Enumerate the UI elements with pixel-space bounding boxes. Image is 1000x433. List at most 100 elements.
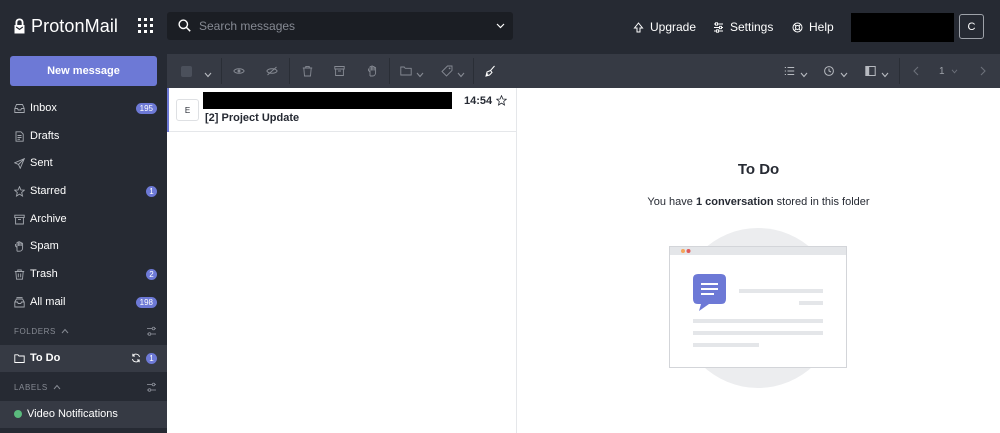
trash-icon [14, 269, 25, 280]
upgrade-label: Upgrade [650, 20, 697, 34]
refresh-icon[interactable] [131, 353, 141, 363]
desc-suffix: stored in this folder [773, 196, 870, 208]
mark-read-eye-icon[interactable] [233, 64, 245, 78]
upgrade-button[interactable]: Upgrade [633, 19, 696, 35]
message-time: 14:54 [464, 95, 493, 107]
checkbox [181, 65, 192, 77]
labels-heading-label: LABELS [14, 382, 48, 392]
select-all-checkbox[interactable] [181, 64, 192, 78]
mark-unread-eye-slash-icon[interactable] [266, 64, 278, 78]
settings-sliders-icon [714, 21, 723, 33]
sidebar-item-label-video-notifications[interactable]: Video Notifications [0, 401, 167, 428]
folder-icon [14, 354, 25, 363]
toolbar-divider [899, 58, 900, 84]
sidebar-item-sent[interactable]: Sent [0, 150, 167, 177]
list-item[interactable]: E 14:54 [2] Project Update [167, 88, 516, 132]
chevron-down-icon [951, 69, 957, 73]
folder-title: To Do [737, 161, 780, 178]
chevron-left-icon[interactable] [912, 64, 920, 78]
sidebar-item-inbox[interactable]: Inbox 195 [0, 95, 167, 122]
layout-columns-icon[interactable] [865, 64, 876, 78]
all-mail-count-badge: 198 [135, 297, 157, 308]
help-label: Help [809, 20, 834, 34]
chevron-down-icon[interactable] [881, 68, 889, 82]
sort-clock-icon[interactable] [823, 64, 835, 78]
upgrade-icon [633, 21, 644, 32]
message-subject: [2] Project Update [205, 112, 300, 124]
folder-count-badge: 1 [146, 353, 157, 364]
sidebar-item-folder-todo[interactable]: To Do 1 [0, 345, 167, 372]
sidebar-item-drafts[interactable]: Drafts [0, 123, 167, 150]
brand-name: ProtonMail [31, 15, 119, 36]
empty-folder-broom-icon[interactable] [485, 64, 497, 78]
folders-settings-sliders-icon[interactable] [146, 326, 157, 337]
page-number: 1 [939, 65, 945, 77]
archive-icon [14, 214, 25, 225]
inbox-icon [14, 104, 25, 113]
chevron-down-icon[interactable] [416, 68, 424, 82]
label-color-dot [14, 410, 22, 418]
unread-count-badge: 195 [135, 103, 157, 114]
new-message-button[interactable]: New message [10, 56, 157, 86]
sidebar-item-label: Starred [30, 185, 67, 197]
star-icon[interactable] [496, 95, 507, 106]
move-to-folder-icon[interactable] [400, 64, 412, 78]
folder-description: You have 1 conversation stored in this f… [517, 196, 1000, 208]
settings-button[interactable]: Settings [713, 19, 773, 35]
conversation-count: 1 conversation [695, 196, 774, 208]
labels-settings-sliders-icon[interactable] [146, 382, 157, 393]
chevron-down-icon[interactable] [840, 68, 848, 82]
settings-label: Settings [730, 20, 774, 34]
toolbar-divider [389, 58, 390, 84]
toolbar-divider [473, 58, 474, 84]
user-account-redacted[interactable] [851, 13, 954, 42]
trash-count-badge: 2 [146, 269, 157, 280]
sidebar-item-label: All mail [30, 296, 66, 308]
chevron-up-icon [53, 384, 61, 390]
apps-grid-icon[interactable] [138, 18, 153, 33]
help-lifebuoy-icon [792, 22, 803, 32]
search-bar [167, 12, 513, 40]
sidebar: New message Inbox 195 Drafts Sent Starre… [0, 54, 167, 433]
search-icon[interactable] [178, 19, 191, 32]
top-header: ProtonMail Upgrade Settings [0, 0, 1000, 54]
sidebar-item-all-mail[interactable]: All mail 198 [0, 289, 167, 316]
sidebar-item-starred[interactable]: Starred 1 [0, 178, 167, 205]
spam-hand-icon[interactable] [367, 64, 378, 78]
label-tag-icon[interactable] [441, 64, 453, 78]
sidebar-item-spam[interactable]: Spam [0, 233, 167, 260]
chevron-down-icon[interactable] [496, 23, 505, 29]
search-input[interactable] [199, 12, 479, 40]
labels-heading[interactable]: LABELS [14, 381, 61, 393]
page-selector[interactable]: 1 [939, 64, 958, 78]
avatar[interactable]: C [959, 14, 984, 39]
proton-lock-icon [14, 18, 25, 34]
folders-heading[interactable]: FOLDERS [14, 325, 69, 337]
sidebar-item-archive[interactable]: Archive [0, 206, 167, 233]
message-list: E 14:54 [2] Project Update [167, 88, 517, 433]
sender-initial-avatar[interactable]: E [176, 99, 199, 121]
chevron-down-icon[interactable] [457, 68, 465, 82]
message-toolbar: 1 [167, 54, 1000, 88]
spam-icon [15, 241, 24, 252]
sidebar-item-trash[interactable]: Trash 2 [0, 261, 167, 288]
sidebar-item-label: Video Notifications [27, 408, 118, 420]
sidebar-item-label: Sent [30, 157, 53, 169]
desc-prefix: You have [647, 196, 696, 208]
trash-icon[interactable] [302, 64, 313, 78]
sidebar-item-label: Spam [30, 240, 59, 252]
protonmail-logo[interactable]: ProtonMail [14, 15, 118, 37]
chevron-down-icon[interactable] [800, 68, 808, 82]
empty-folder-illustration [669, 228, 847, 388]
chevron-down-icon[interactable] [204, 68, 212, 82]
archive-icon[interactable] [334, 64, 345, 78]
folders-heading-label: FOLDERS [14, 326, 56, 336]
sent-icon [14, 158, 25, 169]
help-button[interactable]: Help [792, 19, 834, 35]
chevron-up-icon [61, 328, 69, 334]
list-view-icon[interactable] [784, 64, 795, 78]
chevron-right-icon[interactable] [979, 64, 987, 78]
toolbar-divider [221, 58, 222, 84]
starred-count-badge: 1 [146, 186, 157, 197]
sidebar-item-label: Trash [30, 268, 58, 280]
